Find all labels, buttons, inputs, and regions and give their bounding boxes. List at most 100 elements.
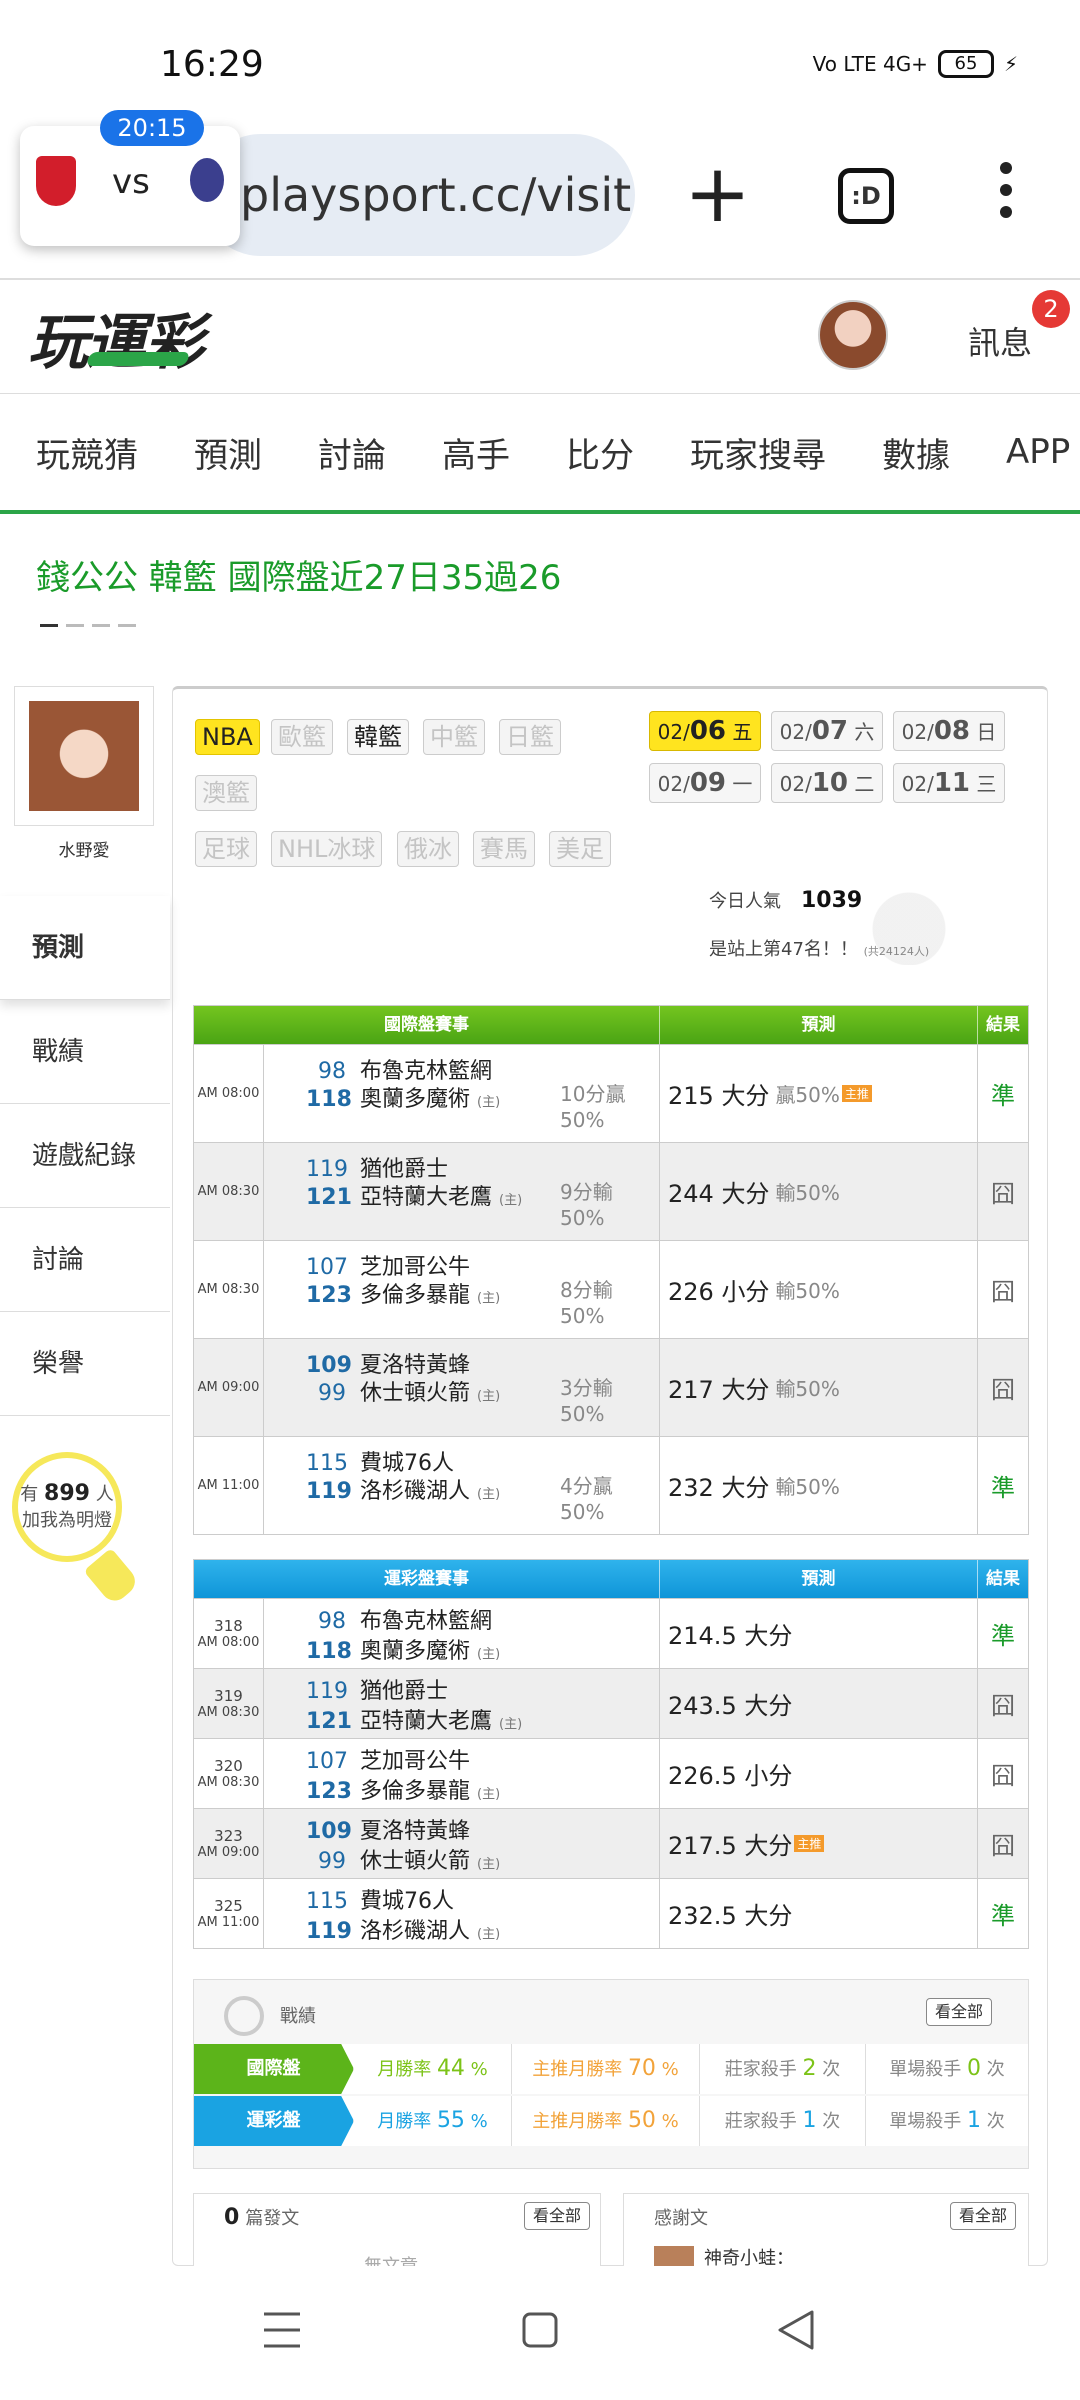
home-team: 119 洛杉磯湖人 (主) — [306, 1479, 501, 1504]
prediction: 226 小分 輸50% — [660, 1241, 978, 1338]
game-no-time: 318 AM 08:00 — [194, 1599, 264, 1668]
away-team: 107 芝加哥公牛 — [306, 1749, 471, 1774]
game-no-time: 323 AM 09:00 — [194, 1809, 264, 1878]
league-tab-korea[interactable]: 韓籃 — [347, 719, 409, 755]
league-tab-nfl[interactable]: 美足 — [549, 831, 611, 867]
nav-item-search[interactable]: 玩家搜尋 — [690, 428, 826, 477]
avatar[interactable] — [818, 300, 888, 370]
league-tab-australia[interactable]: 澳籃 — [195, 775, 257, 811]
league-tab-euro[interactable]: 歐籃 — [271, 719, 333, 755]
nav-item-scores[interactable]: 比分 — [566, 428, 634, 477]
home-team: 123 多倫多暴龍 (主) — [306, 1283, 501, 1308]
prediction: 243.5 大分 — [660, 1669, 978, 1738]
sidebar-item-honor[interactable]: 榮譽 — [0, 1312, 170, 1416]
home-team: 119 洛杉磯湖人 (主) — [306, 1919, 501, 1944]
status-bar: 16:29 Vo LTE 4G+ 65 ⚡ — [0, 0, 1080, 120]
nav-item-app[interactable]: APP — [1006, 432, 1070, 472]
sidebar-item-predict[interactable]: 預測 — [0, 896, 170, 1000]
nav-item-predict[interactable]: 預測 — [194, 428, 262, 477]
messages-link[interactable]: 訊息 — [968, 318, 1032, 364]
hot-pick-badge: 主推 — [794, 1835, 825, 1852]
away-team: 109 夏洛特黃蜂 — [306, 1819, 471, 1844]
stats-row-intl: 國際盤 月勝率 44 % 主推月勝率 70 % 莊家殺手 2 次 單場殺手 0 … — [194, 2044, 1028, 2094]
table-header: 運彩盤賽事 預測 結果 — [194, 1560, 1028, 1598]
prediction-panel: NBA 歐籃 韓籃 中籃 日籃 澳籃 足球 NHL冰球 俄冰 賽馬 美足 02/… — [172, 686, 1048, 2283]
result: 囧 — [991, 1692, 1015, 1720]
home-team: 99 休士頓火箭 (主) — [318, 1849, 501, 1874]
away-team: 115 費城76人 — [306, 1889, 454, 1914]
intl-prediction-table: 國際盤賽事 預測 結果 AM 08:00 98 布魯克林籃網 118 奧蘭多魔術 (主)… — [193, 1005, 1029, 1535]
league-tab-china[interactable]: 中籃 — [423, 719, 485, 755]
league-tab-horse[interactable]: 賽馬 — [473, 831, 535, 867]
league-tab-nhl[interactable]: NHL冰球 — [271, 831, 383, 867]
nav-item-experts[interactable]: 高手 — [442, 428, 510, 477]
posts-more-button[interactable]: 看全部 — [524, 2202, 591, 2230]
spread: 8分輸 50% — [560, 1278, 613, 1328]
league-tab-khl[interactable]: 俄冰 — [397, 831, 459, 867]
matchup: 115 費城76人 119 洛杉磯湖人 (主) — [264, 1879, 660, 1948]
prediction: 215 大分 贏50% 主推 — [660, 1045, 978, 1142]
league-tab-japan[interactable]: 日籃 — [499, 719, 561, 755]
home-team: 118 奧蘭多魔術 (主) — [306, 1087, 501, 1112]
sidebar-item-record[interactable]: 戰績 — [0, 1000, 170, 1104]
matchup: 119 猶他爵士 121 亞特蘭大老鷹 (主) 9分輸 50% — [264, 1143, 660, 1240]
thanks-more-button[interactable]: 看全部 — [950, 2202, 1017, 2230]
popularity-rank: 是站上第47名！！ (共24124人) — [709, 939, 930, 960]
date-tab[interactable]: 02/10 二 — [771, 763, 883, 803]
table-row: 318 AM 08:00 98 布魯克林籃網 118 奧蘭多魔術 (主) 214.5 大分準 — [194, 1598, 1028, 1668]
charging-icon: ⚡ — [1003, 52, 1018, 76]
table-row: 323 AM 09:00 109 夏洛特黃蜂 99 休士頓火箭 (主) 217.5 大分 主推… — [194, 1808, 1028, 1878]
table-row: AM 08:30 107 芝加哥公牛 123 多倫多暴龍 (主) 8分輸 50% 226 小分… — [194, 1240, 1028, 1338]
result: 囧 — [991, 1180, 1015, 1208]
home-icon[interactable] — [520, 2308, 560, 2352]
recent-apps-icon[interactable] — [262, 2308, 302, 2352]
url-field[interactable]: playsport.cc/visit — [200, 134, 635, 256]
prediction: 217.5 大分 主推 — [660, 1809, 978, 1878]
table-row: AM 08:00 98 布魯克林籃網 118 奧蘭多魔術 (主) 10分贏 50% 215 大… — [194, 1044, 1028, 1142]
game-time: AM 11:00 — [194, 1437, 264, 1534]
sidebar-item-game-log[interactable]: 遊戲紀錄 — [0, 1104, 170, 1208]
prediction: 217 大分 輸50% — [660, 1339, 978, 1436]
tab-switcher-button[interactable]: :D — [838, 168, 894, 224]
game-time: AM 08:30 — [194, 1241, 264, 1338]
league-tab-nba[interactable]: NBA — [195, 719, 260, 755]
table-row: AM 11:00 115 費城76人 119 洛杉磯湖人 (主) 4分贏 50% 232 大分… — [194, 1436, 1028, 1534]
stats-panel: 戰績 看全部 國際盤 月勝率 44 % 主推月勝率 70 % 莊家殺手 2 次 … — [193, 1979, 1029, 2169]
vs-label: vs — [112, 162, 150, 202]
result: 準 — [991, 1622, 1015, 1650]
spread: 3分輸 50% — [560, 1376, 613, 1426]
date-tab[interactable]: 02/11 三 — [893, 763, 1005, 803]
date-tab[interactable]: 02/08 日 — [893, 711, 1005, 751]
stats-title: 戰績 — [280, 2006, 316, 2027]
result: 準 — [991, 1902, 1015, 1930]
date-tab[interactable]: 02/07 六 — [771, 711, 883, 751]
table-row: 325 AM 11:00 115 費城76人 119 洛杉磯湖人 (主) 232.5 大分準 — [194, 1878, 1028, 1948]
lightbulb-icon — [83, 1547, 141, 1607]
stats-row-lottery: 運彩盤 月勝率 55 % 主推月勝率 50 % 莊家殺手 1 次 單場殺手 1 … — [194, 2096, 1028, 2146]
nav-item-forum[interactable]: 討論 — [318, 428, 386, 477]
stats-more-button[interactable]: 看全部 — [926, 1998, 993, 2026]
carousel-dots — [40, 624, 136, 627]
table-row: AM 08:30 119 猶他爵士 121 亞特蘭大老鷹 (主) 9分輸 50% 244 大分… — [194, 1142, 1028, 1240]
date-tab[interactable]: 02/09 一 — [649, 763, 761, 803]
target-icon — [224, 1996, 264, 2036]
nav-item-guess[interactable]: 玩競猜 — [36, 428, 138, 477]
fans-lightbulb[interactable]: 有 899 人 加我為明燈 — [12, 1452, 141, 1607]
game-no-time: 325 AM 11:00 — [194, 1879, 264, 1948]
live-score-card[interactable]: 20:15 vs — [20, 110, 240, 246]
back-icon[interactable] — [776, 2308, 816, 2352]
game-no-time: 320 AM 08:30 — [194, 1739, 264, 1808]
site-logo[interactable]: 玩運彩 — [28, 294, 204, 381]
more-menu-icon[interactable] — [1000, 162, 1014, 228]
profile-name: 水野愛 — [58, 841, 110, 861]
sidebar-item-forum[interactable]: 討論 — [0, 1208, 170, 1312]
prediction: 244 大分 輸50% — [660, 1143, 978, 1240]
league-tab-soccer[interactable]: 足球 — [195, 831, 257, 867]
nav-item-data[interactable]: 數據 — [882, 428, 950, 477]
date-tab[interactable]: 02/06 五 — [649, 711, 761, 751]
matchup: 109 夏洛特黃蜂 99 休士頓火箭 (主) — [264, 1809, 660, 1878]
matchup: 115 費城76人 119 洛杉磯湖人 (主) 4分贏 50% — [264, 1437, 660, 1534]
new-tab-button[interactable]: + — [684, 154, 751, 234]
profile-card[interactable]: 水野愛 — [14, 686, 154, 876]
table-row: 319 AM 08:30 119 猶他爵士 121 亞特蘭大老鷹 (主) 243.5 大分囧 — [194, 1668, 1028, 1738]
